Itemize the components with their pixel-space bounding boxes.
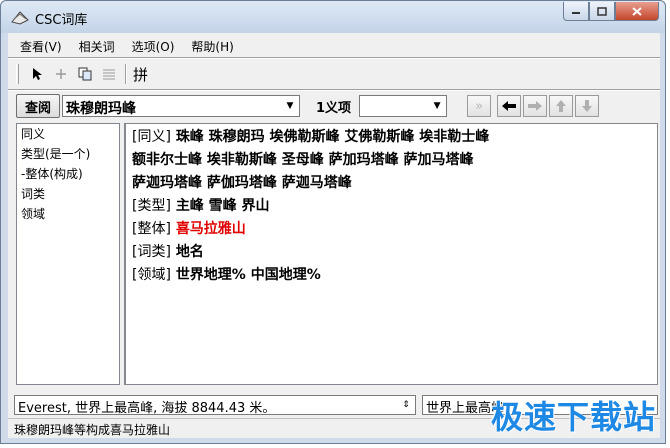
- type-line: [类型] 主峰 雪峰 界山: [132, 195, 270, 215]
- lookup-button[interactable]: 查阅: [16, 94, 60, 118]
- pos-tag: [词类]: [132, 244, 171, 260]
- menu-divider: [8, 57, 660, 59]
- maximize-button[interactable]: [589, 2, 615, 21]
- toolbar: 拼: [16, 61, 150, 87]
- title-bar[interactable]: CSC词库: [1, 1, 665, 33]
- copy-icon: [78, 67, 92, 81]
- domain-tag: [领域]: [132, 267, 171, 283]
- forward-button[interactable]: [523, 95, 548, 117]
- type-values[interactable]: 主峰 雪峰 界山: [176, 198, 270, 214]
- synonym-tag: [同义]: [132, 129, 171, 145]
- window-controls: [563, 2, 659, 22]
- double-chevron-right-icon: »: [475, 98, 484, 114]
- relation-item-domain[interactable]: 领域: [17, 204, 119, 224]
- synonym-line-3[interactable]: 萨迦玛塔峰 萨伽玛塔峰 萨迦马塔峰: [132, 172, 352, 192]
- synonym-line-1: [同义] 珠峰 珠穆朗玛 埃佛勒斯峰 艾佛勒斯峰 埃非勒士峰: [132, 126, 489, 146]
- window-title: CSC词库: [35, 13, 88, 28]
- domain-values[interactable]: 世界地理% 中国地理%: [176, 267, 321, 283]
- relation-list[interactable]: 同义 类型(是一个) -整体(构成) 词类 领域: [16, 123, 120, 385]
- status-text: 珠穆朗玛峰等构成喜马拉雅山: [14, 423, 171, 437]
- back-button[interactable]: [497, 95, 522, 117]
- arrow-left-icon: [502, 101, 517, 111]
- query-value: 珠穆朗玛峰: [66, 101, 136, 117]
- relation-item-whole[interactable]: -整体(构成): [17, 164, 119, 184]
- copy-button[interactable]: [73, 63, 97, 85]
- menu-options[interactable]: 选项(O): [119, 36, 175, 56]
- minimize-button[interactable]: [563, 2, 589, 21]
- app-icon: [11, 11, 29, 25]
- arrow-down-icon: [582, 100, 593, 112]
- synonym-values-1[interactable]: 珠峰 珠穆朗玛 埃佛勒斯峰 艾佛勒斯峰 埃非勒士峰: [176, 129, 490, 145]
- search-bar: 查阅 珠穆朗玛峰 ▼ 1义项 ▼ »: [16, 93, 600, 119]
- whole-line: [整体] 喜马拉雅山: [132, 218, 246, 238]
- type-tag: [类型]: [132, 198, 171, 214]
- synonym-line-2[interactable]: 额非尔士峰 埃非勒斯峰 圣母峰 萨加玛塔峰 萨加马塔峰: [132, 149, 474, 169]
- maximize-icon: [597, 6, 607, 16]
- toolbar-separator: [125, 64, 127, 84]
- spin-updown-icon[interactable]: ⇕: [398, 396, 414, 414]
- sense-combobox[interactable]: ▼: [359, 95, 448, 117]
- domain-line: [领域] 世界地理% 中国地理%: [132, 264, 321, 284]
- close-icon: [632, 6, 642, 16]
- close-button[interactable]: [615, 2, 659, 21]
- pointer-button[interactable]: [25, 63, 49, 85]
- list-button[interactable]: [97, 63, 121, 85]
- app-window: CSC词库 查看(V) 相关词 选项(O) 帮助(H) 拼 查阅 珠穆朗玛峰 ▼…: [0, 0, 666, 444]
- watermark-logo: 极速下载站: [490, 398, 656, 436]
- whole-value[interactable]: 喜马拉雅山: [176, 221, 246, 237]
- pos-line: [词类] 地名: [132, 241, 204, 261]
- minimize-icon: [572, 12, 580, 14]
- down-button[interactable]: [575, 95, 600, 117]
- relation-item-pos[interactable]: 词类: [17, 184, 119, 204]
- forward-history-button[interactable]: »: [467, 95, 492, 117]
- chevron-down-icon[interactable]: ▼: [282, 97, 298, 115]
- relation-item-synonym[interactable]: 同义: [17, 124, 119, 144]
- detail-panel: [同义] 珠峰 珠穆朗玛 埃佛勒斯峰 艾佛勒斯峰 埃非勒士峰 额非尔士峰 埃非勒…: [124, 123, 658, 385]
- arrow-up-icon: [556, 100, 567, 112]
- menu-related-words[interactable]: 相关词: [66, 36, 115, 56]
- query-combobox[interactable]: 珠穆朗玛峰 ▼: [62, 95, 300, 117]
- toolbar-divider: [8, 89, 660, 91]
- chevron-down-icon[interactable]: ▼: [429, 97, 445, 115]
- up-button[interactable]: [549, 95, 574, 117]
- sense-label: 1义项: [316, 100, 352, 116]
- pointer-icon: [33, 68, 42, 80]
- list-icon: [103, 69, 115, 80]
- menu-help[interactable]: 帮助(H): [178, 36, 233, 56]
- add-button[interactable]: [49, 63, 73, 85]
- menu-bar: 查看(V) 相关词 选项(O) 帮助(H): [8, 36, 234, 56]
- plus-icon: [56, 69, 66, 79]
- client-area: 查看(V) 相关词 选项(O) 帮助(H) 拼 查阅 珠穆朗玛峰 ▼ 1义项 ▼…: [8, 33, 660, 438]
- relation-item-type[interactable]: 类型(是一个): [17, 144, 119, 164]
- whole-tag: [整体]: [132, 221, 171, 237]
- arrow-right-icon: [528, 101, 543, 111]
- definition-field[interactable]: Everest, 世界上最高峰, 海拔 8844.43 米。: [14, 395, 416, 415]
- toolbar-grip[interactable]: [16, 64, 19, 84]
- pinyin-button[interactable]: 拼: [131, 64, 150, 85]
- menu-view[interactable]: 查看(V): [8, 36, 62, 56]
- pos-value: 地名: [175, 244, 204, 260]
